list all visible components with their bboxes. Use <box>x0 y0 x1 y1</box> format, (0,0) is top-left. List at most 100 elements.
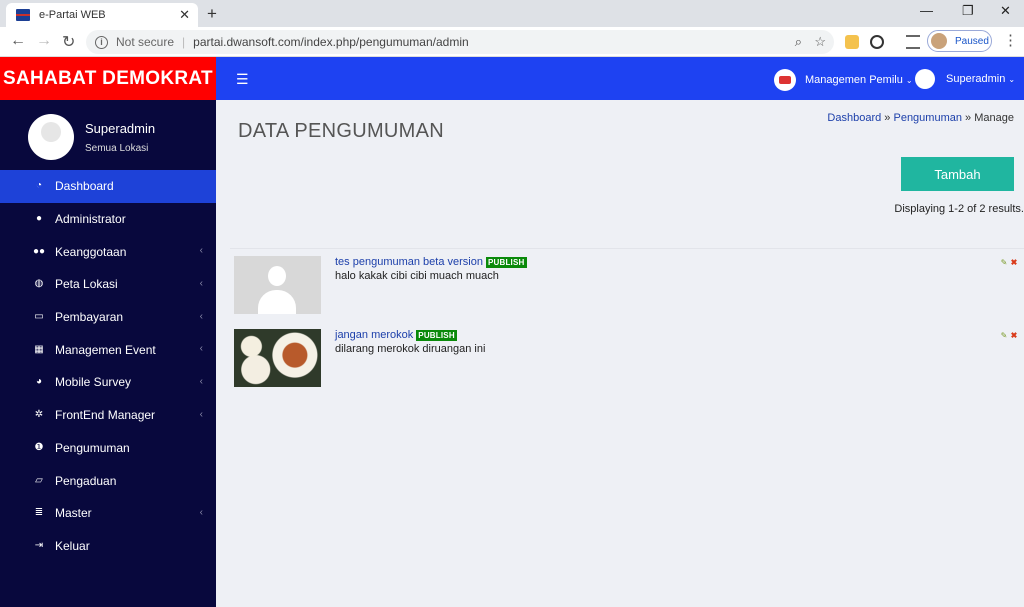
sidebar-item-pembayaran[interactable]: ▭ Pembayaran ‹ <box>0 301 216 334</box>
user-avatar-icon <box>915 69 935 89</box>
sidebar-item-mobile-survey[interactable]: ◕ Mobile Survey ‹ <box>0 366 216 399</box>
managemen-pemilu-menu[interactable]: Managemen Pemilu ⌄ <box>774 69 913 91</box>
page-title: DATA PENGUMUMAN <box>238 120 444 142</box>
sidebar-item-keanggotaan[interactable]: ●● Keanggotaan ‹ <box>0 235 216 268</box>
restore-icon[interactable]: ❐ <box>962 3 974 19</box>
new-tab-icon[interactable]: + <box>207 4 217 24</box>
sidebar-item-keluar[interactable]: ⇥ Keluar <box>0 530 216 563</box>
info-icon: ❶ <box>34 441 44 453</box>
forward-icon[interactable]: → <box>36 32 52 50</box>
reading-list-icon[interactable] <box>906 35 920 49</box>
reload-icon[interactable]: ↻ <box>62 32 75 52</box>
party-logo-icon <box>774 69 796 91</box>
extension-icon[interactable] <box>845 35 859 49</box>
breadcrumb-dashboard-link[interactable]: Dashboard <box>827 112 881 124</box>
chevron-left-icon: ‹ <box>199 278 203 290</box>
profile-avatar <box>931 33 947 49</box>
list-item: jangan merokok PUBLISH dilarang merokok … <box>234 329 1017 389</box>
chevron-left-icon: ‹ <box>199 343 203 355</box>
user-menu[interactable]: Superadmin ⌄ <box>915 69 1015 89</box>
database-icon: ≣ <box>34 507 44 519</box>
announcement-thumbnail[interactable] <box>234 329 321 387</box>
extension-icon-2[interactable] <box>870 35 884 49</box>
chevron-down-icon: ⌄ <box>1008 74 1016 84</box>
chevron-left-icon: ‹ <box>199 408 203 420</box>
brand-logo[interactable]: SAHABAT DEMOKRAT <box>0 57 216 100</box>
sidebar-item-pengaduan[interactable]: ▱ Pengaduan <box>0 464 216 497</box>
back-icon[interactable]: ← <box>10 32 26 50</box>
url-text: partai.dwansoft.com/index.php/pengumuman… <box>193 35 469 49</box>
zoom-icon[interactable]: ⌕ <box>795 34 802 50</box>
user-menu-label: Superadmin <box>946 73 1006 85</box>
delete-icon[interactable]: ✖ <box>1010 332 1018 340</box>
sidebar-item-managemen-event[interactable]: ▦ Managemen Event ‹ <box>0 333 216 366</box>
status-badge: PUBLISH <box>416 329 457 341</box>
hamburger-menu-icon[interactable]: ☰ <box>236 71 249 88</box>
sidebar-item-master[interactable]: ≣ Master ‹ <box>0 497 216 530</box>
url-field[interactable]: i Not secure | partai.dwansoft.com/index… <box>86 30 834 54</box>
sidebar-item-label: Administrator <box>55 212 126 227</box>
user-icon: ● <box>35 213 43 225</box>
top-navbar: ☰ Managemen Pemilu ⌄ Superadmin ⌄ <box>216 57 1024 100</box>
sidebar-item-label: Keluar <box>55 538 90 553</box>
announcement-thumbnail[interactable] <box>234 256 321 314</box>
tab-title: e-Partai WEB <box>39 9 106 21</box>
results-summary: Displaying 1-2 of 2 results. <box>894 203 1024 215</box>
more-menu-icon[interactable]: ⋮ <box>1003 31 1018 49</box>
sidebar-item-label: Keanggotaan <box>55 244 127 259</box>
profile-paused-button[interactable]: Paused <box>927 30 992 52</box>
breadcrumb: Dashboard » Pengumuman » Manage <box>827 112 1014 124</box>
list-item: tes pengumuman beta version PUBLISH halo… <box>234 256 1017 316</box>
browser-tab-strip: e-Partai WEB ✕ + — ❐ ✕ <box>0 0 1024 27</box>
sidebar-item-peta-lokasi[interactable]: ◍ Peta Lokasi ‹ <box>0 268 216 301</box>
sidebar-item-pengumuman[interactable]: ❶ Pengumuman <box>0 432 216 465</box>
delete-icon[interactable]: ✖ <box>1010 259 1018 267</box>
announcement-description: dilarang merokok diruangan ini <box>335 343 486 355</box>
chevron-left-icon: ‹ <box>199 245 203 257</box>
status-badge: PUBLISH <box>485 256 527 268</box>
address-bar: ← → ↻ i Not secure | partai.dwansoft.com… <box>0 27 1024 57</box>
breadcrumb-pengumuman-link[interactable]: Pengumuman <box>893 112 962 124</box>
sidebar-item-administrator[interactable]: ● Administrator <box>0 203 216 236</box>
announcement-title-link[interactable]: tes pengumuman beta version <box>335 256 483 268</box>
sidebar-item-label: Mobile Survey <box>55 375 132 390</box>
user-panel: Superadmin Semua Lokasi <box>28 114 155 160</box>
sidebar-menu: ◔ Dashboard ● Administrator ●● Keanggota… <box>0 170 216 562</box>
calendar-icon: ▦ <box>34 343 44 355</box>
users-icon: ●● <box>33 245 46 257</box>
sidebar-item-label: Dashboard <box>55 179 114 194</box>
browser-tab[interactable]: e-Partai WEB ✕ <box>6 3 198 27</box>
divider <box>230 248 1024 249</box>
sidebar-item-label: Pengumuman <box>55 440 130 455</box>
chevron-down-icon: ⌄ <box>905 75 913 85</box>
globe-icon: ◍ <box>34 278 44 290</box>
chevron-left-icon: ‹ <box>199 376 203 388</box>
close-window-icon[interactable]: ✕ <box>1000 3 1011 19</box>
sidebar-item-label: Master <box>55 506 92 521</box>
sidebar: SAHABAT DEMOKRAT Superadmin Semua Lokasi… <box>0 57 216 607</box>
bookmark-star-icon[interactable]: ☆ <box>814 34 826 50</box>
paused-label: Paused <box>955 35 989 47</box>
sidebar-item-frontend-manager[interactable]: ✲ FrontEnd Manager ‹ <box>0 399 216 432</box>
info-icon[interactable]: i <box>95 35 108 49</box>
sidebar-item-label: Peta Lokasi <box>55 277 118 292</box>
favicon-icon <box>16 9 30 21</box>
pie-chart-icon: ◕ <box>35 376 43 388</box>
chevron-left-icon: ‹ <box>199 506 203 518</box>
user-location: Semua Lokasi <box>85 142 149 154</box>
breadcrumb-separator: » <box>965 112 972 124</box>
sidebar-item-label: Pengaduan <box>55 473 117 488</box>
user-name: Superadmin <box>85 120 156 136</box>
sidebar-item-dashboard[interactable]: ◔ Dashboard <box>0 170 216 203</box>
sign-out-icon: ⇥ <box>34 539 44 551</box>
edit-icon[interactable]: ✎ <box>1000 332 1008 340</box>
edit-icon[interactable]: ✎ <box>1000 259 1008 267</box>
gear-icon: ✲ <box>34 409 44 421</box>
close-tab-icon[interactable]: ✕ <box>179 7 190 23</box>
minimize-icon[interactable]: — <box>920 3 933 18</box>
dashboard-icon: ◔ <box>35 180 43 192</box>
tambah-button[interactable]: Tambah <box>901 157 1014 191</box>
announcement-title-link[interactable]: jangan merokok <box>335 329 413 341</box>
breadcrumb-current: Manage <box>974 112 1014 124</box>
sidebar-item-label: Managemen Event <box>55 342 156 357</box>
